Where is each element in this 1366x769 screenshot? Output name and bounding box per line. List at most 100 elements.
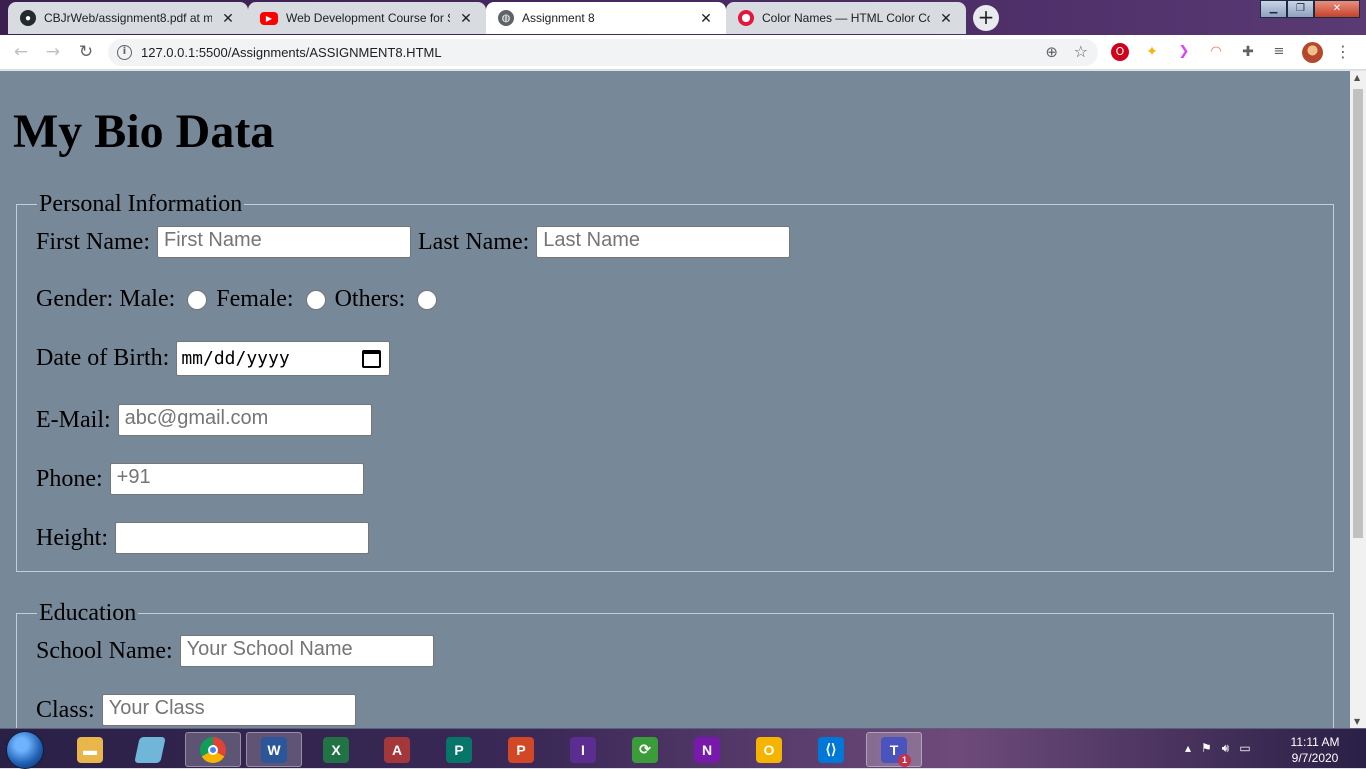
first-name-input[interactable]: First Name [157, 226, 411, 258]
taskbar-clock[interactable]: 11:11 AM 9/7/2020 [1282, 734, 1348, 766]
close-icon[interactable]: ✕ [938, 10, 954, 26]
tab-title: CBJrWeb/assignment8.pdf at ma [44, 11, 212, 25]
phone-input[interactable]: +91 [109, 463, 364, 495]
school-name-label: School Name: [36, 637, 173, 664]
vscode-icon: ⟨⟩ [818, 736, 844, 763]
vscode-button[interactable]: ⟨⟩ [803, 732, 859, 767]
onenote-button[interactable]: N [679, 732, 735, 767]
calendar-icon[interactable] [362, 349, 382, 368]
infopath-button[interactable]: I [555, 732, 611, 767]
info-icon[interactable]: i [117, 45, 132, 60]
tab-assignment[interactable]: ◍ Assignment 8 ✕ [486, 2, 726, 34]
excel-button[interactable]: X [308, 732, 364, 767]
show-hidden-icons-icon[interactable]: ▴ [1185, 741, 1191, 756]
dashboard-extension-icon[interactable]: ◠ [1207, 43, 1225, 61]
others-radio[interactable] [417, 289, 438, 310]
action-center-flag-icon[interactable]: ⚑ [1201, 741, 1212, 756]
media-queue-icon[interactable]: ≡ [1270, 43, 1288, 61]
chrome-button[interactable] [185, 732, 241, 767]
tab-title: Assignment 8 [522, 11, 595, 25]
windows-taskbar: ▬ W X A P P I ⟳ N O ⟨⟩ T 1 ▴ ⚑ 🔊︎ ▭ 11:1… [0, 728, 1366, 769]
male-radio[interactable] [187, 289, 208, 310]
close-icon[interactable]: ✕ [458, 10, 474, 26]
adblock-extension-icon[interactable]: O [1111, 43, 1129, 61]
back-button[interactable]: ← [9, 40, 33, 64]
height-label: Height: [36, 524, 108, 551]
arrow-extension-icon[interactable]: ❯ [1175, 43, 1193, 61]
powerpoint-button[interactable]: P [493, 732, 549, 767]
access-button[interactable]: A [369, 732, 425, 767]
close-icon[interactable]: ✕ [220, 10, 236, 26]
last-name-label: Last Name: [418, 228, 530, 255]
name-row: First Name: First Name Last Name: Last N… [36, 226, 791, 258]
pinwheel-extension-icon[interactable]: ✦ [1143, 43, 1161, 61]
publisher-button[interactable]: P [431, 732, 487, 767]
scroll-down-arrow-icon[interactable]: ▼ [1354, 717, 1360, 726]
class-input[interactable]: Your Class [101, 694, 356, 726]
teams-button[interactable]: T 1 [866, 732, 922, 767]
infopath-icon: I [570, 736, 596, 763]
scroll-up-arrow-icon[interactable]: ▲ [1354, 73, 1360, 82]
network-icon[interactable]: ▭ [1239, 741, 1250, 756]
email-label: E-Mail: [36, 406, 111, 433]
height-input[interactable] [115, 522, 369, 554]
outlook-icon: O [756, 736, 782, 763]
minimize-button[interactable]: ▁ [1260, 0, 1287, 18]
github-icon: ● [20, 10, 36, 26]
class-row: Class: Your Class [36, 694, 356, 726]
excel-icon: X [323, 736, 349, 763]
maximize-button[interactable]: ❐ [1287, 0, 1314, 18]
height-row: Height: [36, 522, 369, 554]
dob-placeholder: mm/dd/yyyy [181, 348, 290, 369]
page-title: My Bio Data [13, 105, 275, 158]
tab-youtube[interactable]: ▶ Web Development Course for Sc ✕ [248, 2, 486, 34]
onenote-icon: N [694, 736, 720, 763]
close-icon[interactable]: ✕ [698, 10, 714, 26]
male-label: Male: [119, 286, 176, 312]
file-explorer-button[interactable]: ▬ [62, 732, 118, 767]
phone-row: Phone: +91 [36, 463, 364, 495]
new-tab-button[interactable]: + [973, 5, 999, 31]
female-radio[interactable] [305, 289, 326, 310]
clock-time: 11:11 AM [1290, 735, 1340, 749]
last-name-input[interactable]: Last Name [536, 226, 791, 258]
tab-github[interactable]: ● CBJrWeb/assignment8.pdf at ma ✕ [8, 2, 248, 34]
start-button[interactable] [6, 731, 44, 769]
gender-row: Gender: Male: Female: Others: [36, 286, 446, 313]
folder-icon: ▬ [77, 736, 103, 763]
teams-notification-badge: 1 [898, 753, 911, 767]
education-legend: Education [39, 600, 137, 626]
scrollbar-thumb[interactable] [1353, 89, 1363, 538]
outlook-button[interactable]: O [741, 732, 797, 767]
windows-journal-button[interactable] [122, 732, 178, 767]
bookmark-star-icon[interactable]: ☆ [1074, 42, 1088, 61]
dob-date-input[interactable]: mm/dd/yyyy [176, 341, 391, 376]
url-text[interactable]: 127.0.0.1:5500/Assignments/ASSIGNMENT8.H… [141, 45, 442, 60]
extensions-puzzle-icon[interactable]: ✚ [1239, 43, 1257, 61]
tab-title: Color Names — HTML Color Cod [762, 11, 930, 25]
sync-button[interactable]: ⟳ [617, 732, 673, 767]
tab-color-names[interactable]: Color Names — HTML Color Cod ✕ [726, 2, 966, 34]
female-label: Female: [216, 286, 294, 312]
address-bar[interactable]: i 127.0.0.1:5500/Assignments/ASSIGNMENT8… [108, 39, 1098, 66]
first-name-label: First Name: [36, 228, 150, 255]
close-window-button[interactable]: ✕ [1314, 0, 1360, 18]
sync-icon: ⟳ [632, 736, 658, 763]
powerpoint-icon: P [508, 736, 534, 763]
access-icon: A [384, 736, 410, 763]
email-input[interactable]: abc@gmail.com [117, 404, 372, 436]
notebook-icon [134, 736, 166, 763]
word-button[interactable]: W [246, 732, 302, 767]
zoom-icon[interactable]: ⊕ [1045, 43, 1058, 61]
volume-icon[interactable]: 🔊︎ [1222, 741, 1230, 756]
menu-icon[interactable]: ⋮ [1335, 40, 1351, 64]
system-tray: ▴ ⚑ 🔊︎ ▭ [1185, 741, 1251, 756]
school-name-input[interactable]: Your School Name [179, 635, 434, 667]
page-scrollbar[interactable]: ▲ ▼ [1350, 71, 1366, 728]
class-label: Class: [36, 696, 95, 723]
reload-button[interactable]: ↻ [74, 40, 98, 64]
profile-avatar[interactable] [1302, 42, 1323, 63]
forward-button[interactable]: → [41, 40, 65, 64]
youtube-icon: ▶ [260, 11, 278, 25]
clock-date: 9/7/2020 [1291, 751, 1339, 765]
